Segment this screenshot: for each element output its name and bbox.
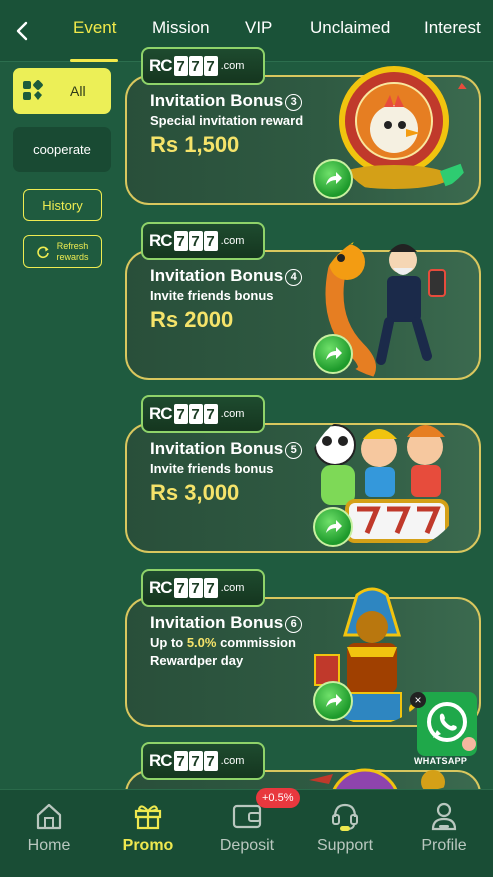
profile-icon bbox=[431, 802, 457, 831]
card-subtitle-2: Rewardper day bbox=[150, 653, 244, 668]
arrow-right-icon bbox=[326, 347, 342, 360]
card-subtitle: Invite friends bonus bbox=[150, 461, 274, 476]
active-tab-indicator bbox=[70, 59, 118, 62]
promo-card-invitation-4[interactable]: RC 777 .com Invitation Bonus 4 Invite fri… bbox=[125, 222, 481, 380]
chevron-left-icon bbox=[16, 21, 28, 41]
card-title: Invitation Bonus 5 bbox=[150, 439, 303, 459]
brand-logo: RC 777 .com bbox=[141, 395, 265, 433]
nav-home[interactable]: Home bbox=[0, 790, 98, 877]
whatsapp-close-button[interactable]: × bbox=[410, 692, 426, 708]
whatsapp-label: WHATSAPP bbox=[414, 756, 468, 766]
home-icon bbox=[36, 803, 62, 830]
arrow-right-icon bbox=[326, 172, 342, 185]
go-arrow-button[interactable] bbox=[313, 507, 353, 547]
bottom-navigation: Home Promo Deposit Support Profile bbox=[0, 789, 493, 877]
card-subtitle: Up to 5.0% commission bbox=[150, 635, 296, 650]
roulette-rooster-illustration bbox=[338, 66, 470, 189]
back-button[interactable] bbox=[10, 16, 34, 46]
card-subtitle: Invite friends bonus bbox=[150, 288, 274, 303]
tab-unclaimed[interactable]: Unclaimed bbox=[310, 18, 390, 38]
brand-logo: RC 777 .com bbox=[141, 47, 265, 85]
brand-logo: RC 777 .com bbox=[141, 222, 265, 260]
card-title: Invitation Bonus 4 bbox=[150, 266, 303, 286]
category-all[interactable]: All bbox=[13, 68, 111, 114]
go-arrow-button[interactable] bbox=[313, 681, 353, 721]
tab-interest[interactable]: Interest bbox=[424, 18, 481, 38]
card-amount: Rs 2000 bbox=[150, 307, 234, 332]
tab-vip[interactable]: VIP bbox=[245, 18, 272, 38]
nav-profile[interactable]: Profile bbox=[395, 790, 493, 877]
tab-event[interactable]: Event bbox=[73, 18, 116, 38]
category-all-label: All bbox=[70, 83, 86, 99]
refresh-icon bbox=[37, 245, 50, 258]
brand-logo: RC 777 .com bbox=[141, 569, 265, 607]
promo-card-invitation-5[interactable]: RC 777 .com Invitation Bonus 5 Invite fri… bbox=[125, 395, 481, 553]
card-amount: Rs 3,000 bbox=[150, 480, 240, 505]
nav-promo[interactable]: Promo bbox=[99, 790, 197, 877]
category-cooperate[interactable]: cooperate bbox=[13, 127, 111, 172]
nav-support[interactable]: Support bbox=[296, 790, 394, 877]
card-amount: Rs 1,500 bbox=[150, 132, 240, 157]
tab-mission[interactable]: Mission bbox=[152, 18, 210, 38]
go-arrow-button[interactable] bbox=[313, 334, 353, 374]
card-title: Invitation Bonus 6 bbox=[150, 613, 303, 633]
headset-icon bbox=[332, 803, 358, 831]
card-subtitle: Special invitation reward bbox=[150, 113, 304, 128]
brand-logo: RC 777 .com bbox=[141, 742, 265, 780]
card-title: Invitation Bonus 3 bbox=[150, 91, 303, 111]
history-button[interactable]: History bbox=[23, 189, 102, 221]
refresh-rewards-label: Refresh rewards bbox=[56, 240, 89, 262]
wallet-icon bbox=[232, 804, 262, 829]
grid-icon bbox=[23, 80, 43, 100]
gift-icon bbox=[134, 805, 162, 830]
arrow-right-icon bbox=[326, 694, 342, 707]
deposit-bonus-badge: +0.5% bbox=[256, 788, 300, 808]
go-arrow-button[interactable] bbox=[313, 159, 353, 199]
refresh-rewards-button[interactable]: Refresh rewards bbox=[23, 235, 102, 268]
promo-card-invitation-3[interactable]: RC 777 .com Invitation Bonus 3 Special in… bbox=[125, 47, 481, 205]
arrow-right-icon bbox=[326, 520, 342, 533]
